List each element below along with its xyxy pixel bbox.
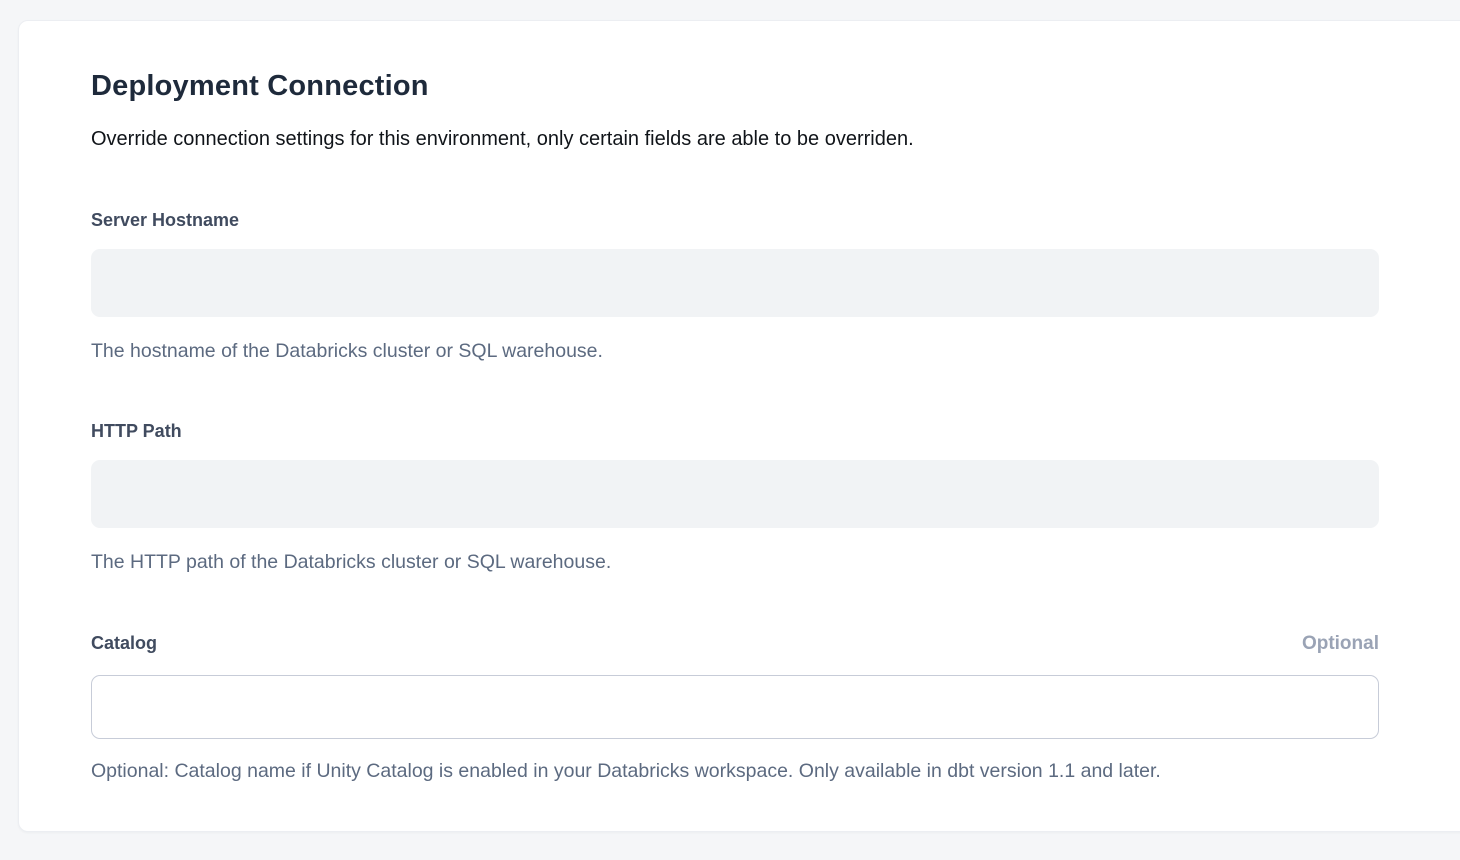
field-http-path: HTTP Path The HTTP path of the Databrick… — [91, 420, 1379, 575]
server-hostname-label: Server Hostname — [91, 209, 239, 232]
field-head: Catalog Optional — [91, 632, 1379, 655]
catalog-help: Optional: Catalog name if Unity Catalog … — [91, 759, 1379, 784]
page-title: Deployment Connection — [91, 67, 1379, 105]
http-path-help: The HTTP path of the Databricks cluster … — [91, 550, 1379, 575]
field-head: HTTP Path — [91, 420, 1379, 443]
catalog-input[interactable] — [91, 675, 1379, 739]
card-content: Deployment Connection Override connectio… — [91, 21, 1379, 784]
field-head: Server Hostname — [91, 209, 1379, 232]
deployment-connection-card: Deployment Connection Override connectio… — [18, 20, 1460, 832]
http-path-label: HTTP Path — [91, 420, 182, 443]
catalog-label: Catalog — [91, 632, 157, 655]
server-hostname-input — [91, 249, 1379, 317]
server-hostname-help: The hostname of the Databricks cluster o… — [91, 339, 1379, 364]
field-server-hostname: Server Hostname The hostname of the Data… — [91, 209, 1379, 364]
http-path-input — [91, 460, 1379, 528]
catalog-optional-badge: Optional — [1302, 632, 1379, 655]
page-subtitle: Override connection settings for this en… — [91, 126, 1379, 153]
field-catalog: Catalog Optional Optional: Catalog name … — [91, 632, 1379, 784]
